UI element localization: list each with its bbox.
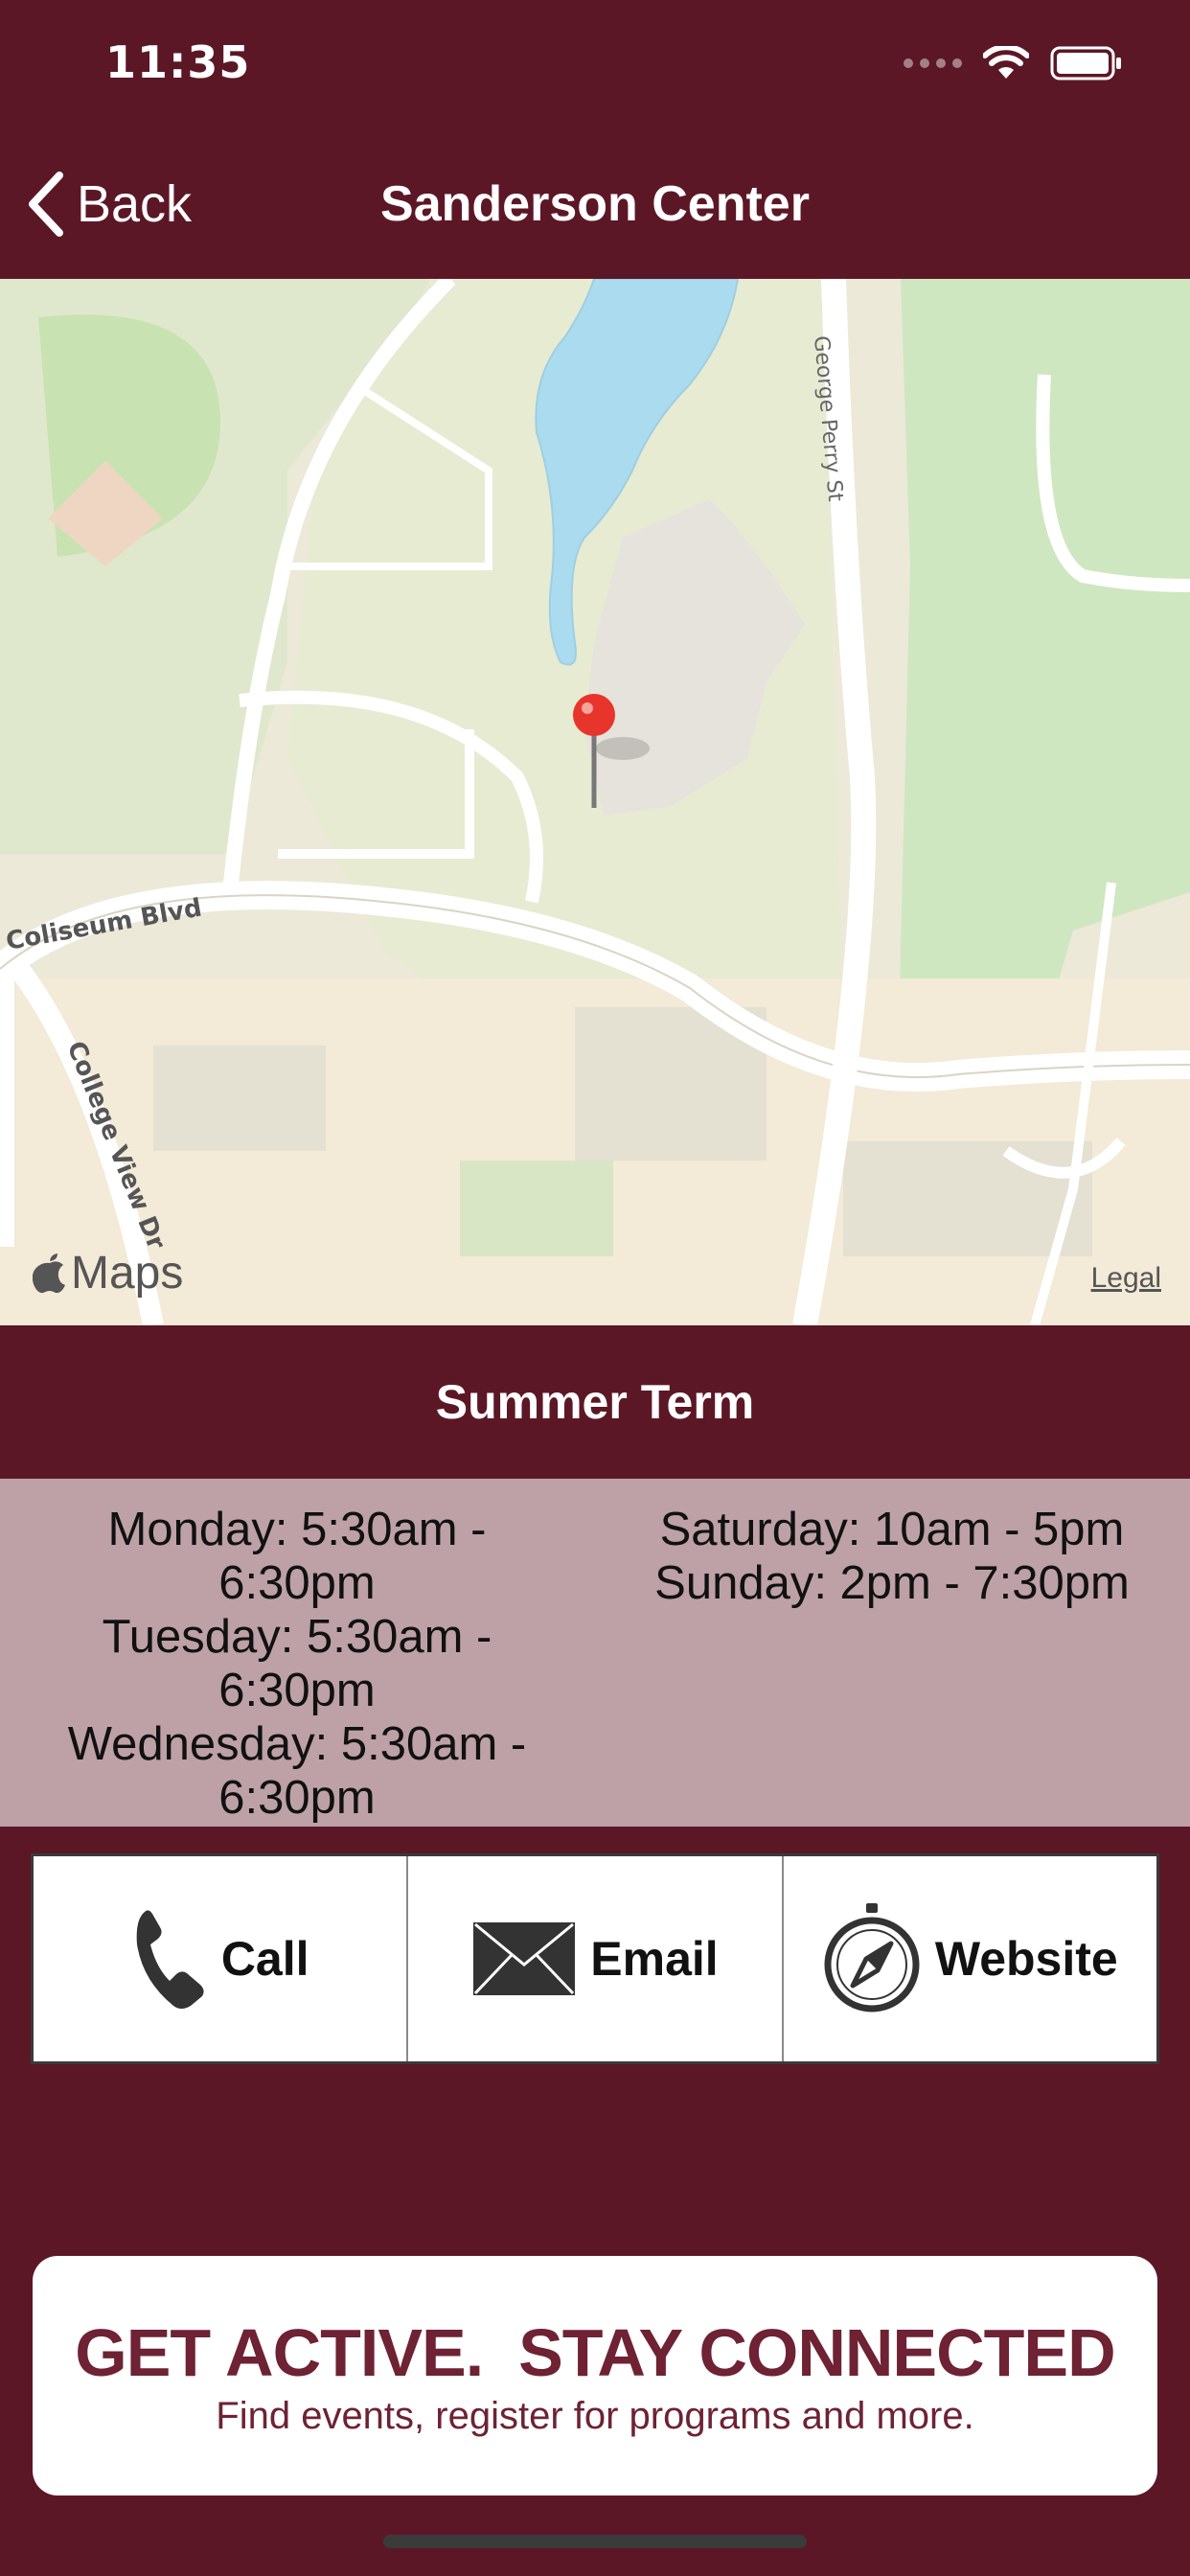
navigation-bar: Back Sanderson Center [0,129,1190,279]
location-map[interactable]: Coliseum Blvd George Perry St College Vi… [0,279,1190,1325]
status-time: 11:35 [105,36,251,88]
map-pin-icon[interactable] [565,691,623,816]
hours-panel: Monday: 5:30am - 6:30pm Tuesday: 5:30am … [0,1479,1190,1827]
mail-icon [473,1922,576,1995]
hours-line: 6:30pm [218,1772,376,1824]
website-button[interactable]: Website [781,1856,1156,2061]
page-title: Sanderson Center [380,176,810,232]
hours-line: 6:30pm [218,1557,376,1609]
phone-icon [136,1910,204,2009]
website-label: Website [934,1932,1118,1986]
weekday-hours: Monday: 5:30am - 6:30pm Tuesday: 5:30am … [0,1479,594,1827]
maps-label: Maps [71,1248,184,1299]
contact-actions: Call Email Website [31,1853,1159,2064]
term-header: Summer Term [0,1325,1190,1479]
banner-headline: GET ACTIVE. STAY CONNECTED [75,2314,1115,2390]
hours-line: Sunday: 2pm - 7:30pm [654,1557,1130,1609]
banner-subtitle: Find events, register for programs and m… [216,2394,974,2437]
apple-maps-logo: Maps [33,1247,183,1300]
wifi-icon [983,46,1029,79]
promo-banner[interactable]: GET ACTIVE. STAY CONNECTED Find events, … [33,2256,1157,2496]
term-title: Summer Term [435,1375,755,1429]
hours-line: Saturday: 10am - 5pm [659,1504,1125,1555]
home-indicator[interactable] [383,2535,807,2548]
compass-icon [824,1903,920,2012]
signal-icon [904,58,962,68]
status-bar: 11:35 [0,0,1190,129]
apple-logo-icon [33,1253,65,1293]
hours-line: Wednesday: 5:30am - [67,1718,527,1770]
hours-line: Monday: 5:30am - [107,1504,487,1555]
battery-icon [1050,46,1121,80]
legal-link[interactable]: Legal [1091,1262,1161,1295]
email-label: Email [590,1932,719,1986]
hours-line: 6:30pm [218,1665,376,1716]
hours-line: Tuesday: 5:30am - [102,1611,492,1663]
weekend-hours: Saturday: 10am - 5pm Sunday: 2pm - 7:30p… [594,1479,1190,1827]
call-button[interactable]: Call [34,1856,406,2061]
call-label: Call [220,1932,309,1986]
email-button[interactable]: Email [406,1856,781,2061]
status-icons [904,46,1123,80]
